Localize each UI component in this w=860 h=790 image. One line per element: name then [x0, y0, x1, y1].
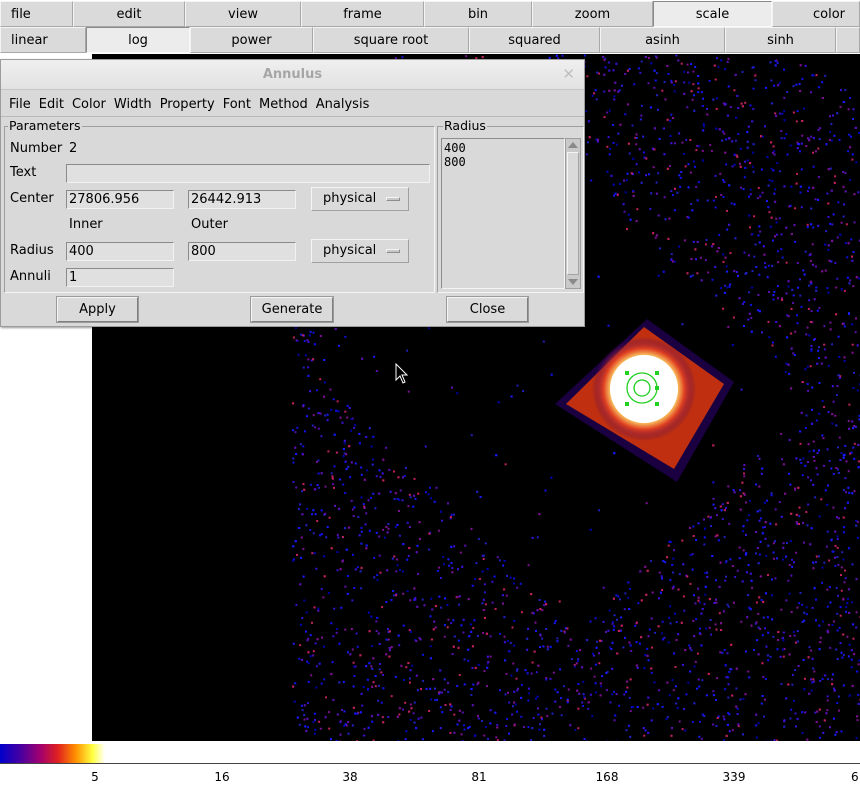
- option-indicator-icon: [386, 197, 400, 201]
- file-button[interactable]: file: [0, 1, 73, 27]
- generate-button[interactable]: Generate: [251, 297, 333, 322]
- annulus-dialog: Annulus ✕ File Edit Color Width Property…: [0, 59, 585, 327]
- color-button[interactable]: color: [772, 1, 860, 27]
- menu-property[interactable]: Property: [156, 92, 219, 116]
- colorbar: [0, 744, 860, 764]
- menu-method[interactable]: Method: [255, 92, 312, 116]
- menu-edit[interactable]: Edit: [35, 92, 68, 116]
- overflow-scale-button[interactable]: [836, 27, 860, 53]
- colorbar-tick: 5: [91, 770, 99, 784]
- text-input[interactable]: [66, 164, 430, 183]
- colorbar-tick: 81: [471, 770, 487, 784]
- square-root-scale-button[interactable]: square root: [313, 27, 469, 53]
- radius-list-item: 800: [444, 155, 466, 169]
- scroll-down-icon[interactable]: [568, 279, 578, 285]
- scale-button[interactable]: scale: [653, 1, 772, 27]
- colorbar-tick: 16: [214, 770, 230, 784]
- dialog-titlebar[interactable]: Annulus ✕: [1, 60, 584, 90]
- bin-button[interactable]: bin: [424, 1, 532, 27]
- menu-font[interactable]: Font: [219, 92, 255, 116]
- menu-color[interactable]: Color: [68, 92, 110, 116]
- text-label: Text: [10, 165, 37, 180]
- parameters-legend: Parameters: [8, 118, 82, 133]
- edit-button[interactable]: edit: [73, 1, 185, 27]
- scroll-up-icon[interactable]: [568, 142, 578, 148]
- radius-coord-value: physical: [323, 243, 377, 258]
- asinh-scale-button[interactable]: asinh: [600, 27, 725, 53]
- radius-scrollbar[interactable]: [565, 138, 581, 289]
- main-menu-bar: file edit view frame bin zoom scale colo…: [0, 1, 860, 27]
- radius-label: Radius: [10, 243, 54, 258]
- number-value: 2: [69, 141, 78, 156]
- dialog-title: Annulus: [262, 67, 323, 82]
- dialog-menubar: File Edit Color Width Property Font Meth…: [1, 92, 584, 117]
- colorbar-tick: 38: [342, 770, 358, 784]
- linear-scale-button[interactable]: linear: [0, 27, 86, 53]
- radius-outer-input[interactable]: 800: [188, 242, 296, 261]
- view-button[interactable]: view: [185, 1, 301, 27]
- radius-legend: Radius: [443, 118, 487, 133]
- squared-scale-button[interactable]: squared: [469, 27, 600, 53]
- power-scale-button[interactable]: power: [190, 27, 313, 53]
- sinh-scale-button[interactable]: sinh: [725, 27, 836, 53]
- radius-coord-menu[interactable]: physical: [311, 239, 409, 263]
- log-scale-button[interactable]: log: [86, 27, 190, 53]
- outer-label: Outer: [191, 217, 228, 232]
- center-coord-value: physical: [323, 191, 377, 206]
- number-label: Number: [10, 141, 63, 156]
- menu-width[interactable]: Width: [110, 92, 156, 116]
- option-indicator-icon: [386, 249, 400, 253]
- scale-menu-bar: linear log power square root squared asi…: [0, 27, 860, 53]
- close-button[interactable]: Close: [447, 297, 528, 322]
- menu-analysis[interactable]: Analysis: [312, 92, 374, 116]
- scroll-thumb[interactable]: [567, 152, 579, 275]
- center-y-input[interactable]: 26442.913: [188, 190, 296, 209]
- center-label: Center: [10, 191, 54, 206]
- annuli-label: Annuli: [10, 269, 51, 284]
- annuli-input[interactable]: 1: [66, 268, 174, 287]
- colorbar-tick: 339: [722, 770, 746, 784]
- colorbar-tick: 168: [595, 770, 619, 784]
- colorbar-tick: 6: [851, 770, 859, 784]
- inner-label: Inner: [69, 217, 103, 232]
- close-icon[interactable]: ✕: [562, 65, 575, 83]
- colorbar-ticks: 5 16 38 81 168 339 6: [0, 770, 860, 790]
- menu-file[interactable]: File: [1, 92, 35, 116]
- apply-button[interactable]: Apply: [57, 297, 138, 322]
- center-coord-menu[interactable]: physical: [311, 187, 409, 211]
- mouse-cursor-icon: [395, 363, 409, 384]
- radius-list-item: 400: [444, 141, 466, 155]
- frame-button[interactable]: frame: [301, 1, 424, 27]
- zoom-button[interactable]: zoom: [532, 1, 653, 27]
- center-x-input[interactable]: 27806.956: [66, 190, 174, 209]
- radius-inner-input[interactable]: 400: [66, 242, 174, 261]
- radius-list-text[interactable]: 400 800: [441, 138, 565, 289]
